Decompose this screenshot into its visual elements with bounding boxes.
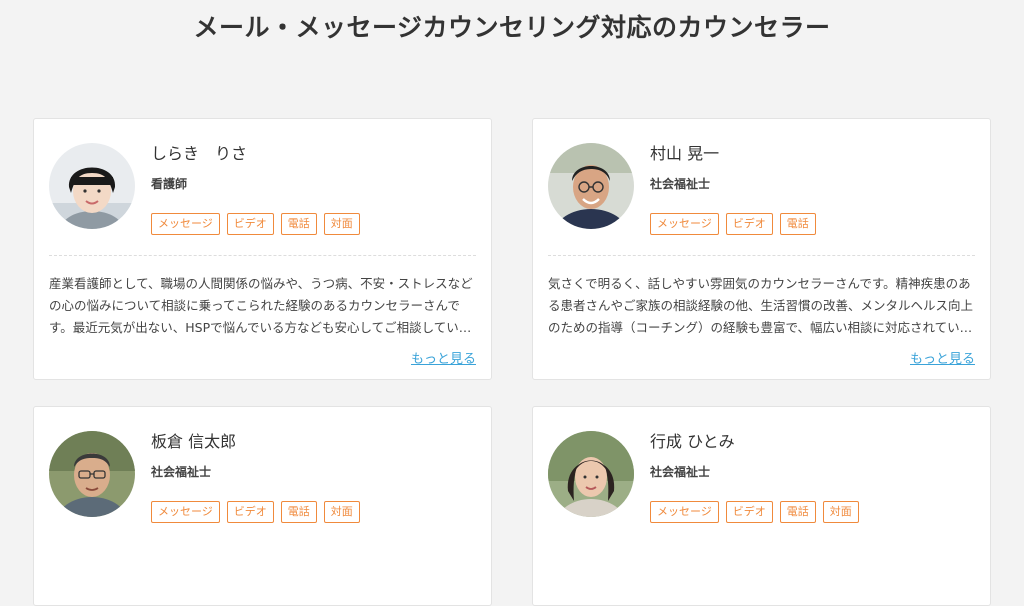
- counselor-name[interactable]: 村山 晃一: [650, 140, 719, 164]
- page-title: メール・メッセージカウンセリング対応のカウンセラー: [193, 13, 831, 42]
- avatar[interactable]: [49, 143, 135, 229]
- counselor-name[interactable]: しらき りさ: [151, 140, 247, 164]
- avatar[interactable]: [548, 431, 634, 517]
- tag-in-person[interactable]: 対面: [822, 501, 859, 523]
- more-link[interactable]: もっと見る: [411, 348, 476, 367]
- avatar[interactable]: [49, 431, 135, 517]
- avatar[interactable]: [548, 143, 634, 229]
- counselor-name[interactable]: 板倉 信太郎: [151, 428, 236, 452]
- divider: [49, 255, 476, 256]
- tag-list: メッセージ ビデオ 電話 対面: [151, 213, 360, 235]
- counselor-role: 社会福祉士: [650, 465, 711, 479]
- counselor-role: 社会福祉士: [151, 465, 212, 479]
- counselor-card[interactable]: 村山 晃一 社会福祉士 メッセージ ビデオ 電話 気さくで明るく、話しやすい雰囲…: [532, 118, 991, 380]
- counselor-card[interactable]: しらき りさ 看護師 メッセージ ビデオ 電話 対面 産業看護師として、職場の人…: [33, 118, 492, 380]
- counselor-description: 気さくで明るく、話しやすい雰囲気のカウンセラーさんです。精神疾患のある患者さんや…: [548, 276, 974, 335]
- tag-list: メッセージ ビデオ 電話 対面: [650, 501, 859, 523]
- tag-message[interactable]: メッセージ: [650, 501, 719, 523]
- tag-message[interactable]: メッセージ: [650, 213, 719, 235]
- tag-in-person[interactable]: 対面: [323, 213, 360, 235]
- tag-phone[interactable]: 電話: [779, 501, 816, 523]
- tag-phone[interactable]: 電話: [280, 501, 317, 523]
- tag-list: メッセージ ビデオ 電話: [650, 213, 816, 235]
- counselor-card[interactable]: 板倉 信太郎 社会福祉士 メッセージ ビデオ 電話 対面: [33, 406, 492, 606]
- divider: [548, 255, 975, 256]
- tag-video[interactable]: ビデオ: [226, 213, 274, 235]
- counselor-card[interactable]: 行成 ひとみ 社会福祉士 メッセージ ビデオ 電話 対面: [532, 406, 991, 606]
- tag-video[interactable]: ビデオ: [725, 501, 773, 523]
- tag-video[interactable]: ビデオ: [725, 213, 773, 235]
- tag-message[interactable]: メッセージ: [151, 501, 220, 523]
- counselor-description: 産業看護師として、職場の人間関係の悩みや、うつ病、不安・ストレスなどの心の悩みに…: [49, 276, 473, 335]
- tag-list: メッセージ ビデオ 電話 対面: [151, 501, 360, 523]
- counselor-role: 看護師: [151, 177, 188, 191]
- counselor-role: 社会福祉士: [650, 177, 711, 191]
- counselor-name[interactable]: 行成 ひとみ: [650, 428, 735, 452]
- more-link[interactable]: もっと見る: [910, 348, 975, 367]
- tag-in-person[interactable]: 対面: [323, 501, 360, 523]
- tag-message[interactable]: メッセージ: [151, 213, 220, 235]
- tag-video[interactable]: ビデオ: [226, 501, 274, 523]
- tag-phone[interactable]: 電話: [779, 213, 816, 235]
- tag-phone[interactable]: 電話: [280, 213, 317, 235]
